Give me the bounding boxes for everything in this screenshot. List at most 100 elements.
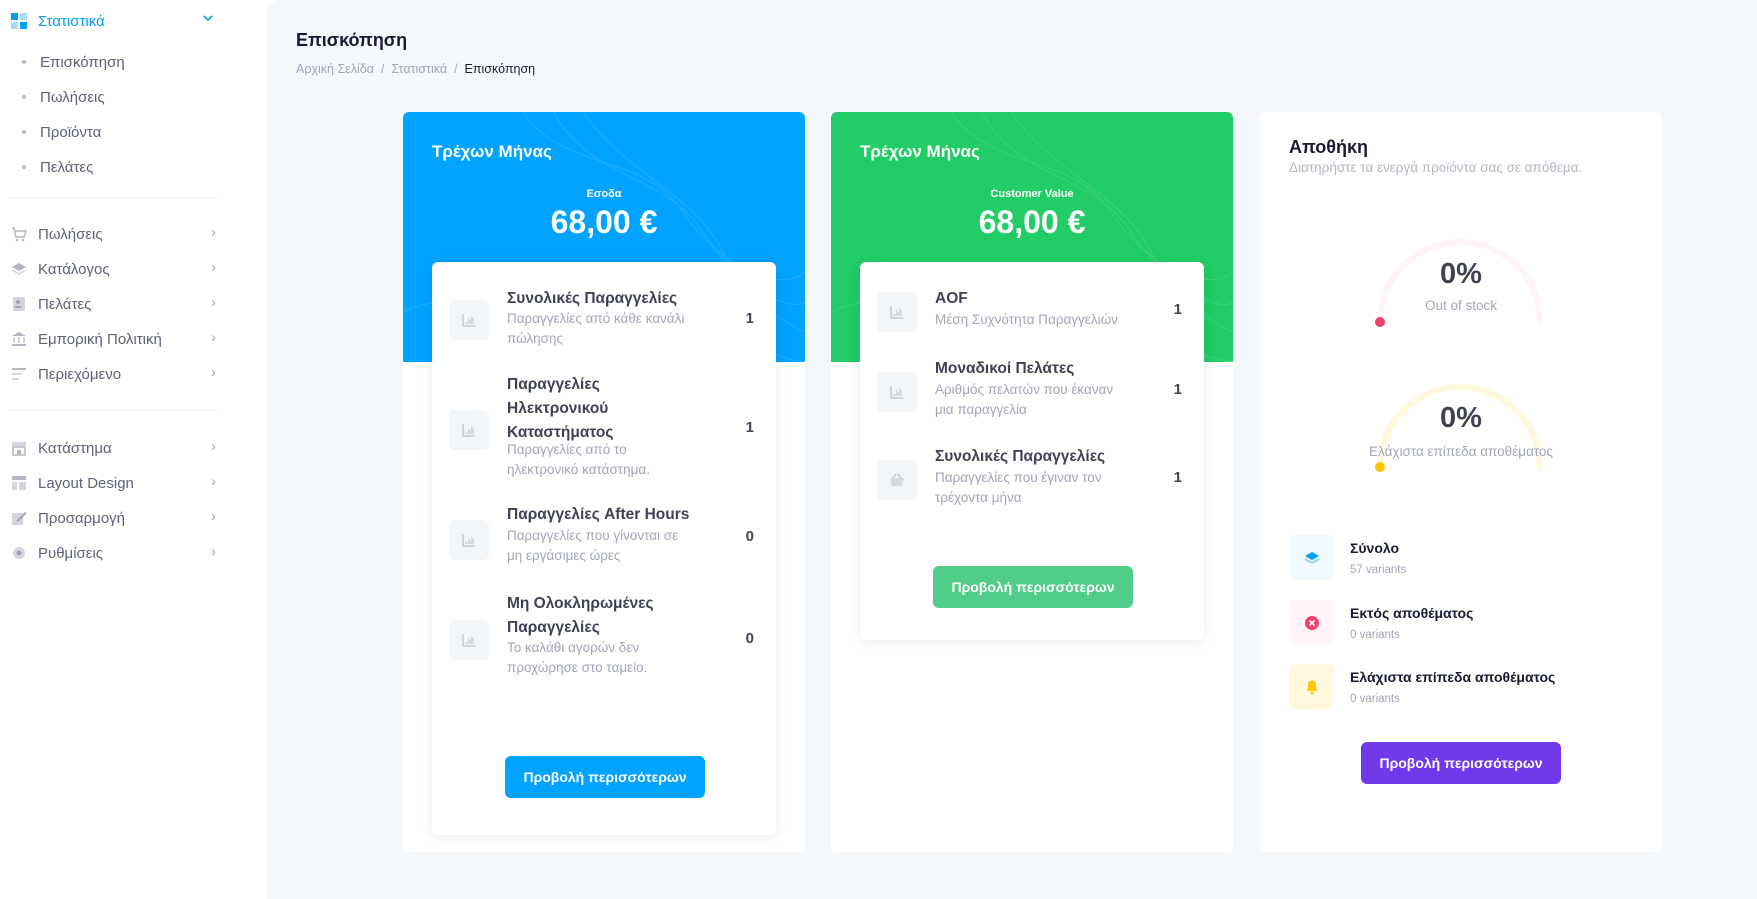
sidebar-subitem-label: Πωλήσεις [40,88,105,106]
sidebar-item-label: Εμπορική Πολιτική [38,330,162,348]
stock-item-count: 0 variants [1350,629,1400,641]
stats-list: Συνολικές Παραγγελίες Παραγγελίες από κά… [432,262,776,835]
stat-description: Μέση Συχνότητα Παραγγελιών [935,312,1118,327]
out-of-stock-item: Εκτός αποθέματος 0 variants [1289,600,1649,648]
stat-value: 0 [745,528,754,545]
breadcrumb-statistics[interactable]: Στατιστικά [391,62,447,76]
stat-value: 1 [745,310,754,327]
stat-description: Παραγγελίες από το ηλεκτρονικό κατάστημα… [507,442,650,477]
close-circle-icon [1289,600,1334,645]
stat-description: Παραγγελίες από κάθε κανάλι πώλησης [507,311,685,346]
stat-description: Αριθμός πελατών που έκαναν μια παραγγελί… [935,382,1114,417]
bullet-icon [22,165,26,169]
layout-icon [10,474,28,492]
sidebar-item-content[interactable]: Περιεχόμενο › [8,363,222,385]
chevron-right-icon: › [211,294,216,311]
sidebar-subitem-overview[interactable]: Επισκόπηση [22,51,125,73]
gauge-value: 0% [1440,258,1482,290]
sidebar-subitem-label: Πελάτες [40,158,94,176]
stat-title: Συνολικές Παραγγελίες [935,448,1106,465]
sidebar-item-settings[interactable]: Ρυθμίσεις › [8,542,222,564]
edit-icon [10,509,28,527]
stat-value: 1 [1173,301,1182,318]
sidebar-item-layout-design[interactable]: Layout Design › [8,472,222,494]
sidebar-subitem-sales[interactable]: Πωλήσεις [22,86,105,108]
card-title: Αποθήκη [1289,137,1369,157]
stat-title: AOF [935,290,968,307]
low-stock-item: Ελάχιστα επίπεδα αποθέματος 0 variants [1289,664,1649,712]
view-more-button[interactable]: Προβολή περισσότερων [933,566,1133,608]
sidebar-subitem-products[interactable]: Προϊόντα [22,121,101,143]
sidebar-item-customization[interactable]: Προσαρμογή › [8,507,222,529]
sidebar-item-label: Πελάτες [38,295,92,313]
sidebar-item-label: Κατάλογος [38,260,110,278]
stock-item-count: 0 variants [1350,693,1400,705]
stock-total-item: Σύνολο 57 variants [1289,535,1649,583]
stat-value: 1 [745,419,754,436]
card-subtitle: Customer Value [990,188,1074,200]
sidebar-item-label: Πωλήσεις [38,225,103,243]
stat-value: 0 [745,630,754,647]
bullet-icon [22,60,26,64]
breadcrumb: Αρχική Σελίδα / Στατιστικά / Επισκόπηση [296,62,535,76]
gauge-label: Out of stock [1424,298,1498,313]
stock-item-count: 57 variants [1350,564,1407,576]
stat-value: 1 [1173,381,1182,398]
chart-icon [877,292,917,332]
chevron-right-icon: › [211,259,216,276]
sidebar-item-label: Στατιστικά [38,12,105,30]
stat-title: Παραγγελίες After Hours [507,506,690,523]
chart-icon [877,372,917,412]
bell-icon [1289,664,1334,709]
gauge-value: 0% [1440,402,1482,434]
customer-value-card: Τρέχων Μήνας Customer Value 68,00 € AOF … [831,112,1233,852]
bullet-icon [22,95,26,99]
stock-item-title: Εκτός αποθέματος [1350,605,1474,621]
chevron-right-icon: › [211,224,216,241]
store-icon [10,439,28,457]
breadcrumb-current: Επισκόπηση [464,62,536,76]
view-more-button[interactable]: Προβολή περισσότερων [505,756,705,798]
contacts-icon [10,295,28,313]
stock-item-title: Ελάχιστα επίπεδα αποθέματος [1350,669,1556,685]
chevron-right-icon: › [211,438,216,455]
chevron-right-icon: › [211,543,216,560]
breadcrumb-separator: / [454,62,458,76]
dashboard-icon [10,12,28,30]
breadcrumb-home[interactable]: Αρχική Σελίδα [296,62,374,76]
storage-card: Αποθήκη Διατηρήστε τα ενεργά προϊόντα σα… [1260,112,1662,852]
card-amount: 68,00 € [550,204,658,240]
chevron-right-icon: › [211,473,216,490]
basket-icon [877,460,917,500]
chevron-right-icon: › [211,329,216,346]
stat-value: 1 [1173,469,1182,486]
layers-icon [10,260,28,278]
view-more-button[interactable]: Προβολή περισσότερων [1361,742,1561,784]
sidebar-divider [8,197,218,198]
sidebar-item-label: Περιεχόμενο [38,365,122,383]
chart-icon [449,410,489,450]
stats-list: AOF Μέση Συχνότητα Παραγγελιών 1 Μοναδικ… [860,262,1204,640]
sidebar-subitem-customers[interactable]: Πελάτες [22,156,93,178]
stat-description: Το καλάθι αγορών δεν προχώρησε στο ταμεί… [507,640,648,675]
sidebar-subitem-label: Προϊόντα [40,123,102,141]
page-title: Επισκόπηση [296,30,408,50]
sidebar-item-sales[interactable]: Πωλήσεις › [8,223,222,245]
stat-description: Παραγγελίες που γίνονται σε μη εργάσιμες… [507,528,679,563]
stat-title: Μοναδικοί Πελάτες [935,360,1075,377]
sidebar-item-commercial-policy[interactable]: Εμπορική Πολιτική › [8,328,222,350]
breadcrumb-separator: / [380,62,385,76]
layers-icon [1289,535,1334,580]
sidebar-item-store[interactable]: Κατάστημα › [8,437,222,459]
stat-title: Συνολικές Παραγγελίες [507,290,678,307]
stat-description: Παραγγελίες που έγιναν τον τρέχοντα μήνα [935,470,1102,505]
chart-icon [449,620,489,660]
sidebar-item-statistics[interactable]: Στατιστικά [8,10,224,32]
gauge-label: Ελάχιστα επίπεδα αποθέματος [1369,444,1553,459]
stock-item-title: Σύνολο [1350,540,1400,556]
sidebar-item-catalog[interactable]: Κατάλογος › [8,258,222,280]
bank-icon [10,330,28,348]
sidebar-item-customers[interactable]: Πελάτες › [8,293,222,315]
sidebar-item-label: Προσαρμογή [38,509,125,527]
chevron-down-icon [202,12,214,27]
